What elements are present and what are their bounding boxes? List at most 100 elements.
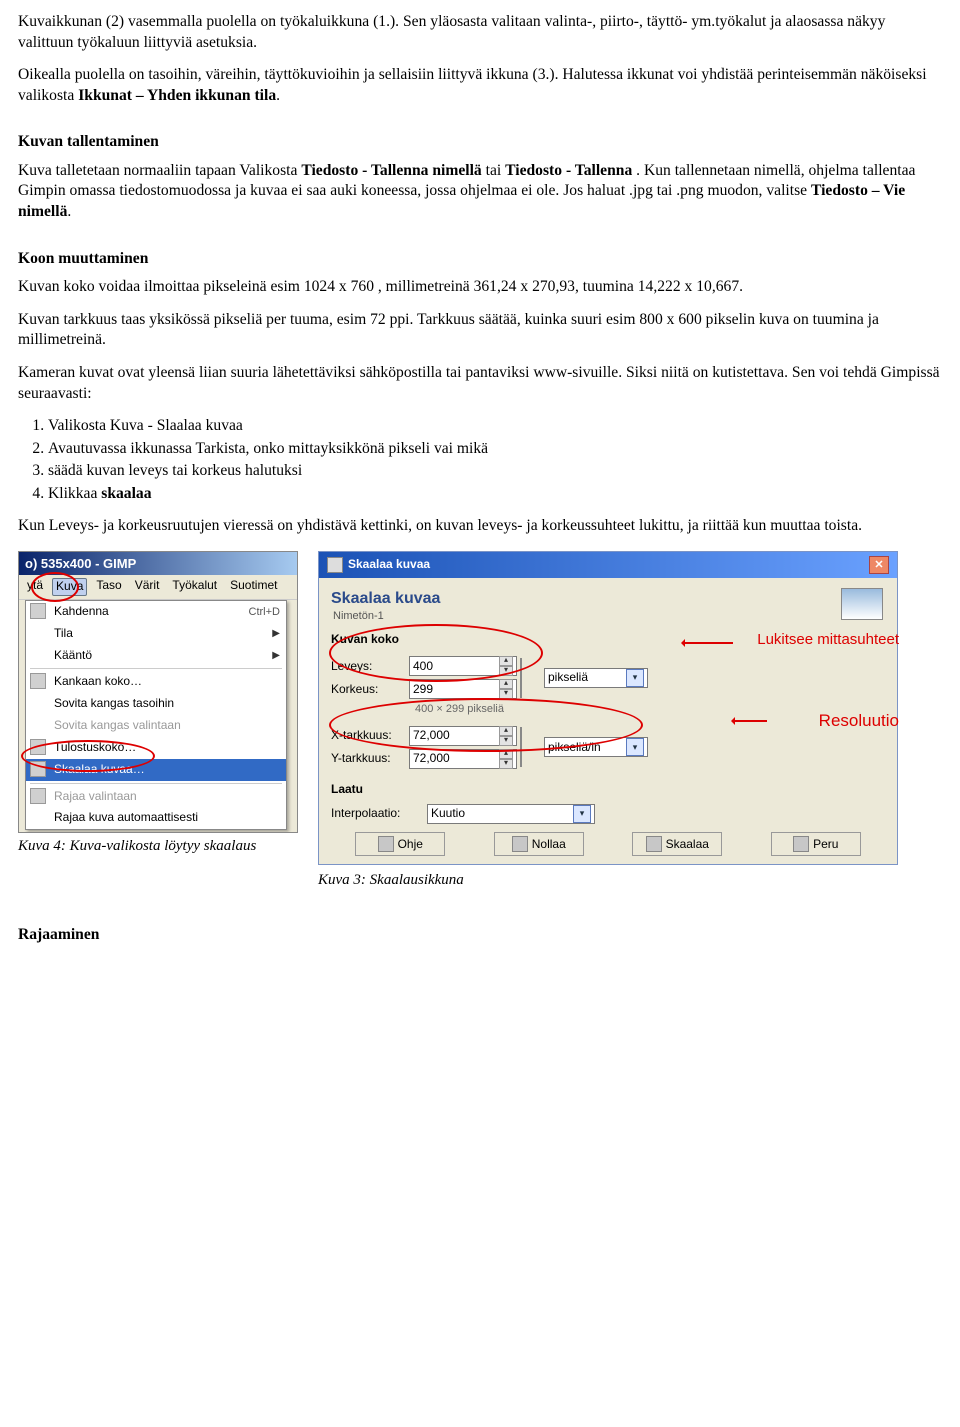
dialog-subtitle: Nimetön-1 [333,609,885,624]
gimp-menubar[interactable]: ytä Kuva Taso Värit Työkalut Suotimet [19,575,297,600]
save-text-2: tai [486,162,506,179]
menu-item-sovita-valintaan: Sovita kangas valintaan [26,715,286,737]
scale-button[interactable]: Skaalaa [632,832,722,856]
canvas-size-icon [30,673,46,689]
menu-item-kankaan-koko[interactable]: Kankaan koko… [26,671,286,693]
input-korkeus[interactable]: 299 ▴▾ [409,679,517,699]
dialog-heading: Skaalaa kuvaa [331,588,885,609]
label-korkeus: Korkeus: [331,682,403,698]
label-sovita1: Sovita kangas tasoihin [54,696,174,712]
label-sovita2: Sovita kangas valintaan [54,718,181,734]
label-leveys: Leveys: [331,659,403,675]
annotation-text-resolution: Resoluutio [819,710,899,732]
koko-para-2: Kuvan tarkkuus taas yksikössä pikseliä p… [18,310,942,351]
section-koon-muuttaminen: Koon muuttaminen [18,249,942,270]
row-leveys: Leveys: 400 ▴▾ [331,656,517,676]
menu-taso[interactable]: Taso [92,578,125,596]
label-kahdenna: Kahdenna [54,604,109,620]
reset-button[interactable]: Nollaa [494,832,584,856]
label-kankaan: Kankaan koko… [54,674,142,690]
shortcut-kahdenna: Ctrl+D [249,605,280,620]
menu-item-kahdenna[interactable]: Kahdenna Ctrl+D [26,601,286,623]
scale-icon [30,761,46,777]
spinner-icon[interactable]: ▴▾ [499,679,513,699]
image-thumbnail [841,588,883,620]
unit-combo-resolution[interactable]: pikseliä/in ▾ [544,737,648,757]
input-ytarkkuus[interactable]: 72,000 ▴▾ [409,749,517,769]
interp-value: Kuutio [431,806,465,822]
koko-para-1: Kuvan koko voidaa ilmoittaa pikseleinä e… [18,277,942,298]
label-tulostus: Tulostuskoko… [54,740,136,756]
label-nollaa: Nollaa [532,837,566,851]
menu-view[interactable]: ytä [23,578,47,596]
step-4-action: skaalaa [101,485,151,502]
annotation-text-lock: Lukitsee mittasuhteet [757,630,899,650]
interpolation-combo[interactable]: Kuutio ▾ [427,804,595,824]
menu-kuva[interactable]: Kuva [52,578,87,596]
label-xtarkkuus: X-tarkkuus: [331,728,403,744]
input-leveys[interactable]: 400 ▴▾ [409,656,517,676]
value-ytark: 72,000 [413,751,450,767]
duplicate-icon [30,603,46,619]
figure-row: o) 535x400 - GIMP ytä Kuva Taso Värit Ty… [18,551,942,891]
menu-item-rajaa-auto[interactable]: Rajaa kuva automaattisesti [26,807,286,829]
value-korkeus: 299 [413,682,433,698]
step-4-text: Klikkaa [48,485,101,502]
kuva-dropdown[interactable]: Kahdenna Ctrl+D Tila ▶ Kääntö ▶ Kankaan … [25,600,287,830]
value-leveys: 400 [413,659,433,675]
dialog-titlebar[interactable]: Skaalaa kuvaa ✕ [319,552,897,578]
section-tallentaminen: Kuvan tallentaminen [18,132,942,153]
intro-para-2: Oikealla puolella on tasoihin, väreihin,… [18,65,942,106]
value-xtark: 72,000 [413,728,450,744]
menu-varit[interactable]: Värit [131,578,164,596]
spinner-icon[interactable]: ▴▾ [499,656,513,676]
print-size-icon [30,739,46,755]
chevron-down-icon: ▾ [626,669,644,687]
apply-icon [646,836,662,852]
menu-item-tulostuskoko[interactable]: Tulostuskoko… [26,737,286,759]
spinner-icon[interactable]: ▴▾ [499,749,513,769]
label-rajaa1: Rajaa valintaan [54,789,137,805]
chain-link-icon[interactable] [520,727,536,767]
help-icon [378,836,394,852]
menu-item-tila[interactable]: Tila ▶ [26,623,286,645]
figure-4-caption: Kuva 4: Kuva-valikosta löytyy skaalaus [18,837,298,857]
steps-list: Valikosta Kuva - Slaalaa kuvaa Avautuvas… [18,416,942,504]
help-button[interactable]: Ohje [355,832,445,856]
scale-dialog: Skaalaa kuvaa ✕ Skaalaa kuvaa Nimetön-1 … [318,551,898,865]
row-ytarkkuus: Y-tarkkuus: 72,000 ▴▾ [331,749,517,769]
menu-suotimet[interactable]: Suotimet [226,578,281,596]
dialog-body: Skaalaa kuvaa Nimetön-1 Kuvan koko Levey… [319,578,897,831]
section-laatu: Laatu [331,782,885,798]
unit-size-value: pikseliä [548,670,588,686]
menu-separator [30,783,282,784]
step-4: Klikkaa skaalaa [48,484,942,505]
dialog-buttons: Ohje Nollaa Skaalaa Peru [319,832,897,856]
submenu-arrow-icon: ▶ [272,649,280,662]
label-peru: Peru [813,837,838,851]
tallentaminen-para: Kuva talletetaan normaaliin tapaan Valik… [18,161,942,223]
koko-para-4: Kun Leveys- ja korkeusruutujen vieressä … [18,516,942,537]
step-2: Avautuvassa ikkunassa Tarkista, onko mit… [48,439,942,460]
label-ohje: Ohje [398,837,423,851]
dialog-title: Skaalaa kuvaa [348,557,430,573]
cancel-button[interactable]: Peru [771,832,861,856]
input-xtarkkuus[interactable]: 72,000 ▴▾ [409,726,517,746]
save-menu-1: Tiedosto - Tallenna nimellä [301,162,481,179]
unit-res-value: pikseliä/in [548,740,601,756]
menu-tyokalut[interactable]: Työkalut [168,578,221,596]
save-menu-2: Tiedosto - Tallenna [505,162,632,179]
unit-combo-size[interactable]: pikseliä ▾ [544,668,648,688]
reset-icon [512,836,528,852]
spinner-icon[interactable]: ▴▾ [499,726,513,746]
step-1: Valikosta Kuva - Slaalaa kuvaa [48,416,942,437]
menu-item-kaanto[interactable]: Kääntö ▶ [26,645,286,667]
figure-4-container: o) 535x400 - GIMP ytä Kuva Taso Värit Ty… [18,551,298,857]
annotation-arrow-resolution [733,720,767,722]
chain-link-icon[interactable] [520,658,536,698]
size-summary: 400 × 299 pikseliä [415,702,885,717]
step-3: säädä kuvan leveys tai korkeus halutuksi [48,461,942,482]
menu-item-skaalaa-kuvaa[interactable]: Skaalaa kuvaa… [26,759,286,781]
menu-item-sovita-tasoihin[interactable]: Sovita kangas tasoihin [26,693,286,715]
close-button[interactable]: ✕ [869,556,889,574]
